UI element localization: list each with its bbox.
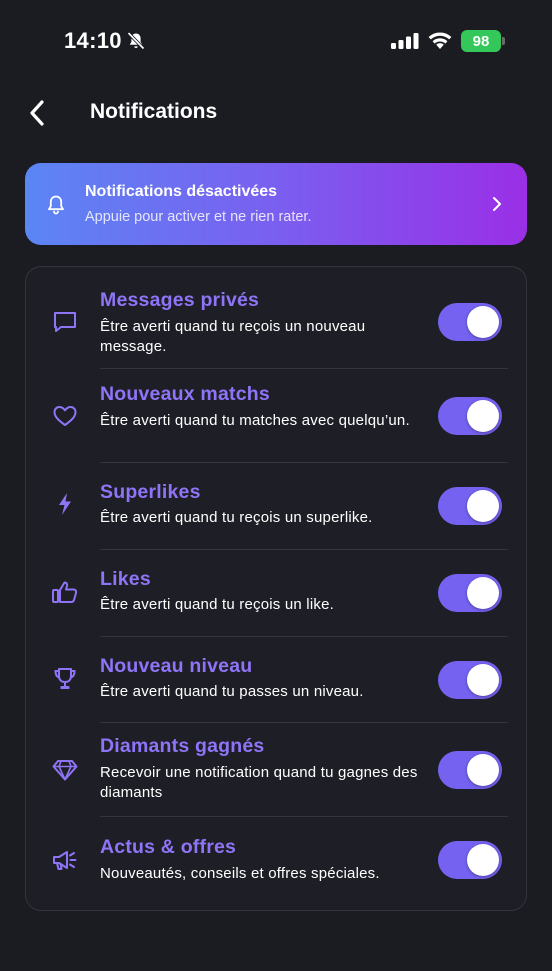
toggle-knob (467, 490, 499, 522)
setting-row-matches: Nouveaux matchs Être averti quand tu mat… (26, 369, 528, 463)
setting-title: Superlikes (100, 481, 201, 503)
setting-row-diamonds: Diamants gagnés Recevoir une notificatio… (26, 723, 528, 817)
setting-description: Être averti quand tu passes un niveau. (100, 683, 364, 700)
page-title: Notifications (90, 100, 218, 123)
toggle-knob (467, 844, 499, 876)
setting-description: Être averti quand tu reçois un superlike… (100, 509, 373, 526)
setting-description: Être averti quand tu reçois un nouveau m… (100, 318, 366, 355)
banner-subtitle: Appuie pour activer et ne rien rater. (85, 209, 312, 225)
trophy-icon (50, 664, 80, 694)
back-button[interactable] (22, 98, 52, 128)
nav-header: Notifications (0, 90, 552, 138)
toggle-superlikes[interactable] (438, 487, 502, 525)
toggle-diamonds[interactable] (438, 751, 502, 789)
chevron-right-icon (493, 197, 501, 211)
banner-title: Notifications désactivées (85, 183, 278, 200)
chevron-left-icon (30, 100, 44, 126)
toggle-matches[interactable] (438, 397, 502, 435)
toggle-knob (467, 400, 499, 432)
diamond-icon (50, 755, 80, 785)
setting-description: Être averti quand tu reçois un like. (100, 596, 334, 613)
heart-icon (50, 401, 80, 431)
status-bar: 14:10 98 (0, 0, 552, 80)
toggle-knob (467, 577, 499, 609)
bolt-icon (50, 489, 80, 519)
toggle-likes[interactable] (438, 574, 502, 612)
notification-settings-list: Messages privés Être averti quand tu reç… (25, 266, 527, 911)
battery-tip (502, 37, 505, 45)
toggle-knob (467, 754, 499, 786)
bell-icon (48, 195, 64, 215)
status-time: 14:10 (64, 28, 122, 53)
setting-title: Likes (100, 568, 151, 590)
setting-title: Actus & offres (100, 836, 237, 858)
wifi-icon (428, 32, 452, 49)
notifications-disabled-banner[interactable]: Notifications désactivées Appuie pour ac… (25, 163, 527, 245)
bell-off-icon (127, 31, 145, 50)
battery-indicator: 98 (461, 30, 501, 52)
signal-icon (391, 33, 419, 49)
setting-row-level: Nouveau niveau Être averti quand tu pass… (26, 637, 528, 723)
setting-row-news: Actus & offres Nouveautés, conseils et o… (26, 817, 528, 907)
setting-title: Messages privés (100, 289, 260, 311)
toggle-news[interactable] (438, 841, 502, 879)
message-icon (50, 307, 80, 337)
toggle-knob (467, 306, 499, 338)
toggle-level[interactable] (438, 661, 502, 699)
battery-level: 98 (472, 32, 490, 50)
toggle-knob (467, 664, 499, 696)
setting-title: Diamants gagnés (100, 735, 265, 757)
setting-row-likes: Likes Être averti quand tu reçois un lik… (26, 550, 528, 637)
setting-row-superlikes: Superlikes Être averti quand tu reçois u… (26, 463, 528, 550)
toggle-messages[interactable] (438, 303, 502, 341)
thumbs-up-icon (50, 577, 80, 607)
setting-title: Nouveaux matchs (100, 383, 270, 405)
setting-description: Être averti quand tu matches avec quelqu… (100, 412, 410, 429)
setting-description: Recevoir une notification quand tu gagne… (100, 764, 418, 801)
setting-title: Nouveau niveau (100, 655, 253, 677)
setting-description: Nouveautés, conseils et offres spéciales… (100, 865, 380, 882)
megaphone-icon (50, 845, 80, 875)
setting-row-messages: Messages privés Être averti quand tu reç… (26, 281, 528, 369)
